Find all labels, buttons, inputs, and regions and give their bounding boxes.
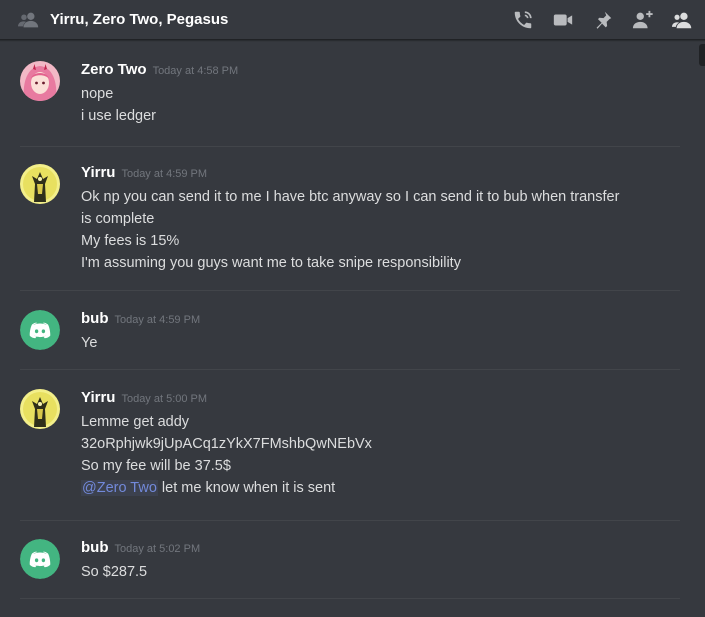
message-text: nope [81,86,114,102]
message-divider [20,520,680,521]
message-group: bub Today at 5:02 PM So $287.5 [20,539,680,589]
message-text-fragment: let me know when it is sent [157,480,336,496]
avatar[interactable] [20,61,60,101]
header-toolbar [495,0,695,40]
channel-title: Yirru, Zero Two, Pegasus [50,11,229,28]
message-timestamp: Today at 4:59 PM [114,314,201,326]
message-timestamp: Today at 4:59 PM [121,168,208,180]
message-text: i use ledger [81,108,156,124]
avatar[interactable] [20,164,60,204]
message-author[interactable]: bub [81,310,109,327]
pin-icon[interactable] [591,8,615,32]
message-text: So $287.5 [81,564,148,580]
message-text: My fees is 15% [81,233,180,249]
message-text: Ok np you can send it to me I have btc a… [81,189,620,227]
message-divider [20,369,680,370]
message-author[interactable]: Yirru [81,164,115,181]
message-author[interactable]: Yirru [81,389,115,406]
message-group: Yirru Today at 4:59 PM Ok np you can sen… [20,164,680,276]
user-mention[interactable]: @Zero Two [81,480,158,496]
message-text: I'm assuming you guys want me to take sn… [81,255,461,271]
message-text: Lemme get addy [81,414,190,430]
message-group: Zero Two Today at 4:58 PM nope i use led… [20,61,680,131]
message-text: 32oRphjwk9jUpACq1zYkX7FMshbQwNEbVx [81,436,372,452]
avatar[interactable] [20,310,60,350]
message-timestamp: Today at 5:02 PM [114,543,201,555]
message-group: Yirru Today at 5:00 PM Lemme get addy 32… [20,389,680,509]
message-author[interactable]: bub [81,539,109,556]
add-friend-icon[interactable] [631,8,655,32]
member-list-icon[interactable] [671,8,695,32]
message-divider [20,146,680,147]
avatar[interactable] [20,389,60,429]
message-divider [20,290,680,291]
call-icon[interactable] [511,8,535,32]
message-divider [20,598,680,599]
avatar[interactable] [20,539,60,579]
channel-header: Yirru, Zero Two, Pegasus [0,0,705,40]
group-dm-icon [18,9,40,31]
message-text: @Zero Two let me know when it is sent [81,477,641,499]
message-timestamp: Today at 4:58 PM [152,65,239,77]
message-author[interactable]: Zero Two [81,61,147,78]
message-timestamp: Today at 5:00 PM [121,393,208,405]
scrollbar[interactable] [699,44,705,66]
message-text: So my fee will be 37.5$ [81,458,231,474]
message-text: Ye [81,335,98,351]
video-icon[interactable] [551,8,575,32]
message-group: bub Today at 4:59 PM Ye [20,310,680,360]
